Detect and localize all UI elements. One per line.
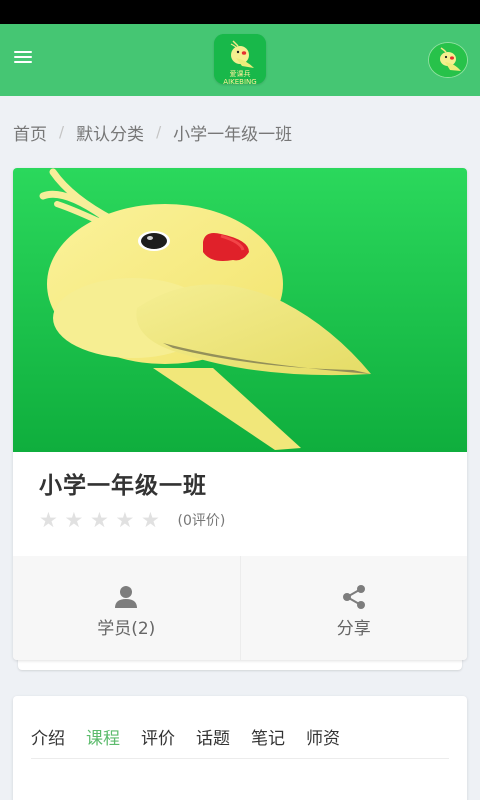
share-label: 分享 [336,619,371,639]
course-title: 小学一年级一班 [39,473,207,499]
breadcrumb-home[interactable]: 首页 [13,120,47,145]
course-tabs: 介绍 课程 评价 话题 笔记 师资 [31,724,449,767]
students-button[interactable]: 学员(2) [13,556,240,660]
breadcrumb-separator: / [156,123,162,141]
breadcrumb-current: 小学一年级一班 [173,124,293,145]
course-cover-image[interactable] [13,168,467,452]
tabs-divider [31,758,449,759]
star-icon: ★ [39,508,58,532]
star-icon: ★ [90,508,109,532]
tab-reviews[interactable]: 评价 [141,724,175,767]
share-button[interactable]: 分享 [239,556,468,660]
tab-lessons[interactable]: 课程 [86,724,120,767]
course-card: 小学一年级一班 ★ ★ ★ ★ ★ (0评价) 学员(2) 分享 [13,168,467,660]
tab-intro[interactable]: 介绍 [31,724,65,767]
bird-avatar-icon[interactable] [428,42,468,78]
course-tabs-card: 介绍 课程 评价 话题 笔记 师资 [13,696,467,800]
course-stats-bar: 学员(2) 分享 [13,556,467,660]
star-icon: ★ [64,508,84,532]
star-icon: ★ [115,508,135,532]
app-logo[interactable]: 爱课兵 AIKEBING [214,34,266,84]
review-count: (0评价) [177,513,226,529]
user-icon [115,586,138,608]
tab-teachers[interactable]: 师资 [306,724,340,767]
breadcrumb-category[interactable]: 默认分类 [76,120,144,145]
status-bar [0,0,480,24]
star-icon: ★ [141,508,160,532]
share-icon [342,585,365,609]
tab-topics[interactable]: 话题 [196,724,230,767]
breadcrumb-separator: / [59,123,65,141]
course-rating: ★ ★ ★ ★ ★ (0评价) [39,508,225,532]
logo-text: 爱课兵 AIKEBING [223,70,257,84]
tab-notes[interactable]: 笔记 [251,724,285,767]
hamburger-menu-icon[interactable] [12,48,34,70]
breadcrumb: 首页 / 默认分类 / 小学一年级一班 [13,118,292,146]
app-header: 爱课兵 AIKEBING [0,24,480,96]
students-label: 学员(2) [97,619,156,639]
